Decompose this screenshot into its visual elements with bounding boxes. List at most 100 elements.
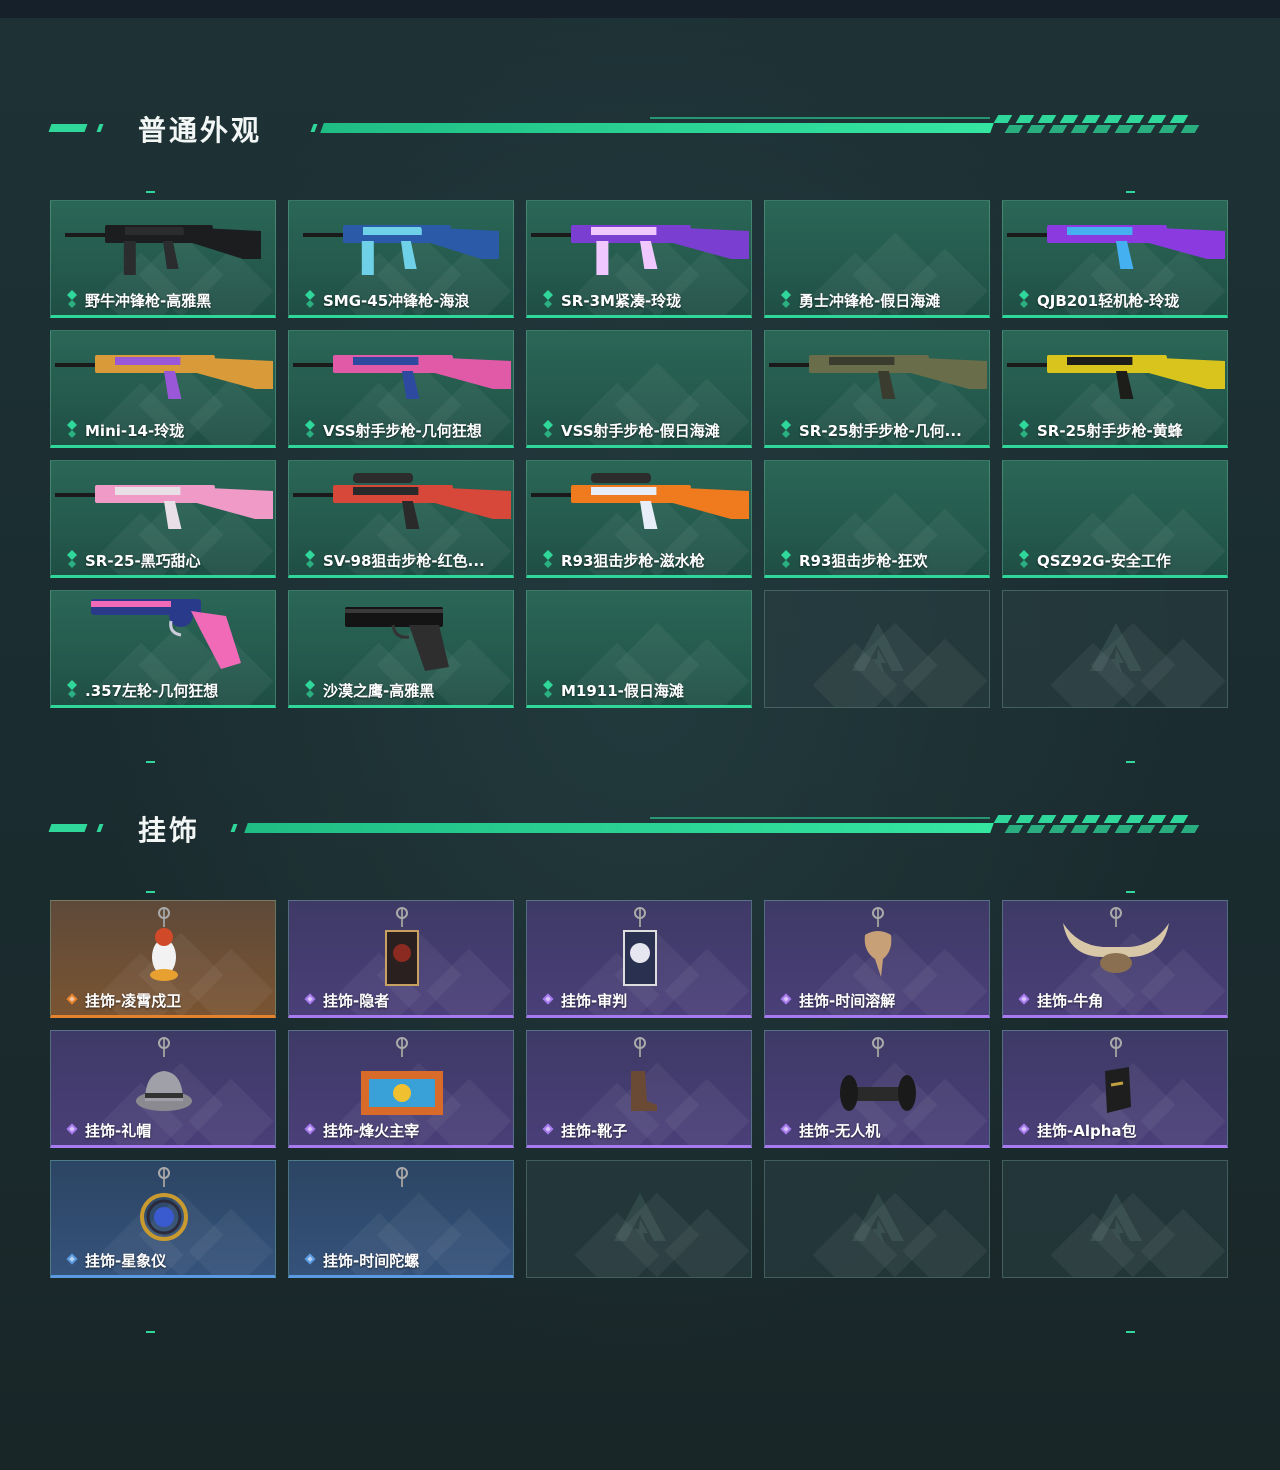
checker-square — [1103, 115, 1123, 123]
charm-name: 挂饰-无人机 — [799, 1122, 881, 1140]
charm-card[interactable]: 挂饰-无人机 — [764, 1030, 990, 1148]
skin-name: SR-25-黑巧甜心 — [85, 552, 201, 570]
charm-card[interactable]: 挂饰-Alpha包 — [1002, 1030, 1228, 1148]
skin-name: SR-3M紧凑-玲珑 — [561, 292, 682, 310]
header-line-thin — [650, 817, 990, 819]
skin-name: VSS射手步枪-假日海滩 — [561, 422, 720, 440]
skin-card[interactable]: SV-98狙击步枪-红色... — [288, 460, 514, 578]
header-line — [320, 123, 994, 133]
skin-card[interactable]: 野牛冲锋枪-高雅黑 — [50, 200, 276, 318]
revolver-pink-icon — [91, 599, 241, 669]
skin-name: 勇士冲锋枪-假日海滩 — [799, 292, 941, 310]
header-slash — [310, 124, 318, 132]
checker-square — [1114, 825, 1134, 833]
charm-card[interactable]: 挂饰-时间溶解 — [764, 900, 990, 1018]
charm-card[interactable]: 挂饰-牛角 — [1002, 900, 1228, 1018]
skin-card[interactable]: SMG-45冲锋枪-海浪 — [288, 200, 514, 318]
rarity-icon — [305, 420, 315, 438]
charm-name: 挂饰-Alpha包 — [1037, 1122, 1137, 1140]
skin-card[interactable]: M1911-假日海滩 — [526, 590, 752, 708]
skin-name: .357左轮-几何狂想 — [85, 682, 219, 700]
skin-card[interactable]: .357左轮-几何狂想 — [50, 590, 276, 708]
skin-card[interactable]: SR-25-黑巧甜心 — [50, 460, 276, 578]
charm-name: 挂饰-时间溶解 — [799, 992, 896, 1010]
rifle-camo-icon — [769, 355, 987, 399]
charm-card[interactable]: 挂饰-星象仪 — [50, 1160, 276, 1278]
checker-square — [1092, 125, 1112, 133]
smg-wave-icon — [303, 225, 499, 275]
rarity-icon — [1019, 420, 1029, 438]
empty-slot — [764, 590, 990, 708]
rifle-pinkcamo-icon — [55, 485, 273, 529]
charm-hat-icon — [136, 1037, 192, 1111]
skin-card[interactable]: 勇士冲锋枪-假日海滩 — [764, 200, 990, 318]
rarity-icon — [781, 420, 791, 438]
charm-card[interactable]: 挂饰-审判 — [526, 900, 752, 1018]
checker-square — [1180, 825, 1200, 833]
logo-icon — [852, 1193, 904, 1243]
skin-card[interactable]: QSZ92G-安全工作 — [1002, 460, 1228, 578]
skin-card[interactable]: VSS射手步枪-几何狂想 — [288, 330, 514, 448]
checker-square — [1114, 125, 1134, 133]
corner-marker — [1126, 1331, 1135, 1333]
rarity-icon — [1019, 550, 1029, 568]
rarity-icon — [1019, 290, 1029, 308]
charm-bag-icon — [1105, 1037, 1131, 1113]
skin-card[interactable]: R93狙击步枪-狂欢 — [764, 460, 990, 578]
charm-card-icon — [385, 907, 419, 986]
skin-name: QJB201轻机枪-玲珑 — [1037, 292, 1180, 310]
skin-name: SV-98狙击步枪-红色... — [323, 552, 485, 570]
charm-card[interactable]: 挂饰-隐者 — [288, 900, 514, 1018]
empty-image — [765, 201, 990, 293]
pistol-black-icon — [345, 607, 449, 671]
rifle-yellow-icon — [1007, 355, 1225, 399]
empty-image — [765, 461, 990, 553]
checker-square — [1048, 125, 1068, 133]
skin-card[interactable]: R93狙击步枪-滋水枪 — [526, 460, 752, 578]
skin-name: 沙漠之鹰-高雅黑 — [323, 682, 435, 700]
charm-card[interactable]: 挂饰-凌霄戍卫 — [50, 900, 276, 1018]
header-dash — [96, 824, 104, 832]
charm-card[interactable]: 挂饰-靴子 — [526, 1030, 752, 1148]
skin-card[interactable]: SR-25射手步枪-黄蜂 — [1002, 330, 1228, 448]
skin-card[interactable]: SR-3M紧凑-玲珑 — [526, 200, 752, 318]
checker-square — [1158, 825, 1178, 833]
charm-card[interactable]: 挂饰-时间陀螺 — [288, 1160, 514, 1278]
skin-name: 野牛冲锋枪-高雅黑 — [85, 292, 212, 310]
corner-marker — [146, 891, 155, 893]
charm-name: 挂饰-隐者 — [323, 992, 390, 1010]
checker-square — [1070, 125, 1090, 133]
rifle-pink-icon — [293, 355, 511, 399]
empty-image — [1003, 461, 1228, 553]
rarity-icon — [67, 420, 77, 438]
header-dash — [96, 124, 104, 132]
checker-square — [1004, 825, 1024, 833]
checker-square — [1125, 115, 1145, 123]
charm-name: 挂饰-审判 — [561, 992, 628, 1010]
charm-name: 挂饰-凌霄戍卫 — [85, 992, 182, 1010]
corner-marker — [146, 191, 155, 193]
checker-square — [1147, 815, 1167, 823]
rarity-icon — [66, 1123, 78, 1135]
corner-marker — [1126, 761, 1135, 763]
charm-boot-icon — [631, 1037, 657, 1111]
header-line-thin — [650, 117, 990, 119]
logo-icon — [1090, 623, 1142, 673]
charm-astrolabe-icon — [140, 1167, 188, 1241]
skin-card[interactable]: VSS射手步枪-假日海滩 — [526, 330, 752, 448]
skin-card[interactable]: Mini-14-玲珑 — [50, 330, 276, 448]
skin-card[interactable]: QJB201轻机枪-玲珑 — [1002, 200, 1228, 318]
charm-name: 挂饰-礼帽 — [85, 1122, 152, 1140]
charm-card[interactable]: 挂饰-礼帽 — [50, 1030, 276, 1148]
charm-melt-icon — [864, 907, 892, 977]
checker-square — [1081, 115, 1101, 123]
rarity-icon — [1018, 993, 1030, 1005]
checker-square — [1026, 825, 1046, 833]
empty-slot — [764, 1160, 990, 1278]
skin-card[interactable]: SR-25射手步枪-几何... — [764, 330, 990, 448]
charm-card[interactable]: 挂饰-烽火主宰 — [288, 1030, 514, 1148]
rarity-icon — [305, 680, 315, 698]
skin-card[interactable]: 沙漠之鹰-高雅黑 — [288, 590, 514, 708]
charm-name: 挂饰-牛角 — [1037, 992, 1104, 1010]
skins-section-header: 普通外观 — [48, 113, 1200, 147]
